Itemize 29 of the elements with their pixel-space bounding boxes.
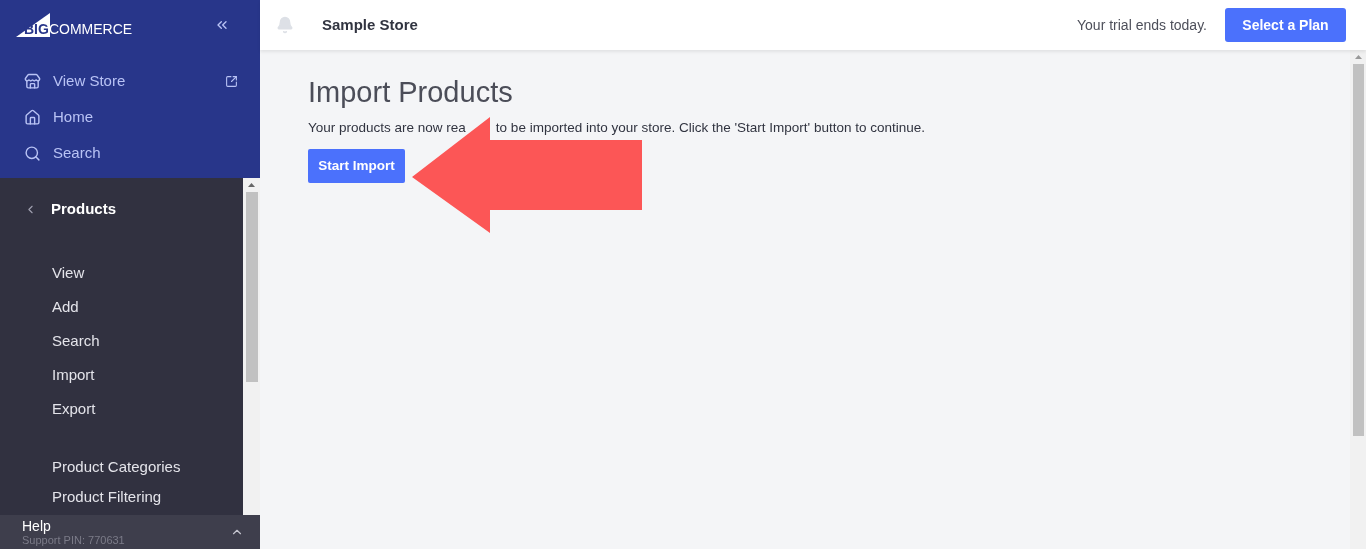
store-icon	[24, 72, 41, 90]
submenu-item[interactable]: Search	[52, 330, 100, 352]
trial-notice: Your trial ends today.	[1077, 15, 1207, 35]
section-back[interactable]: Products	[0, 198, 243, 220]
import-message: Your products are now rea	[308, 119, 466, 137]
submenu-item[interactable]: View	[52, 262, 85, 284]
submenu-item[interactable]: Export	[52, 398, 96, 420]
support-pin: Support PIN: 770631	[22, 533, 126, 547]
submenu-item[interactable]: Import	[52, 364, 95, 386]
sidebar-scrollbar[interactable]	[243, 178, 260, 515]
search-icon	[24, 144, 41, 162]
logo-wordmark: COMMERCE	[48, 20, 133, 38]
import-message: to be imported into your store. Click the 'Start Import' button to continue.	[495, 119, 925, 137]
nav-item[interactable]: View Store	[16, 68, 244, 94]
select-plan-button[interactable]: Select a Plan	[1225, 8, 1346, 42]
nav-item[interactable]: Home	[16, 104, 244, 130]
nav-item[interactable]: Search	[16, 140, 244, 166]
store-name: Sample Store	[322, 14, 419, 35]
page-scrollbar[interactable]	[1350, 50, 1366, 549]
start-import-button[interactable]: Start Import	[308, 149, 405, 183]
help-panel[interactable]: Help Support PIN: 770631	[0, 515, 260, 549]
home-icon	[24, 108, 41, 126]
external-link-icon[interactable]	[225, 74, 238, 88]
page-title: Import Products	[308, 75, 514, 110]
bell-icon[interactable]	[276, 16, 294, 34]
submenu-item[interactable]: Add	[52, 296, 79, 318]
submenu-item[interactable]: Product Filtering	[52, 486, 162, 508]
submenu-item[interactable]: Product Categories	[52, 456, 181, 478]
help-title: Help	[22, 517, 52, 534]
